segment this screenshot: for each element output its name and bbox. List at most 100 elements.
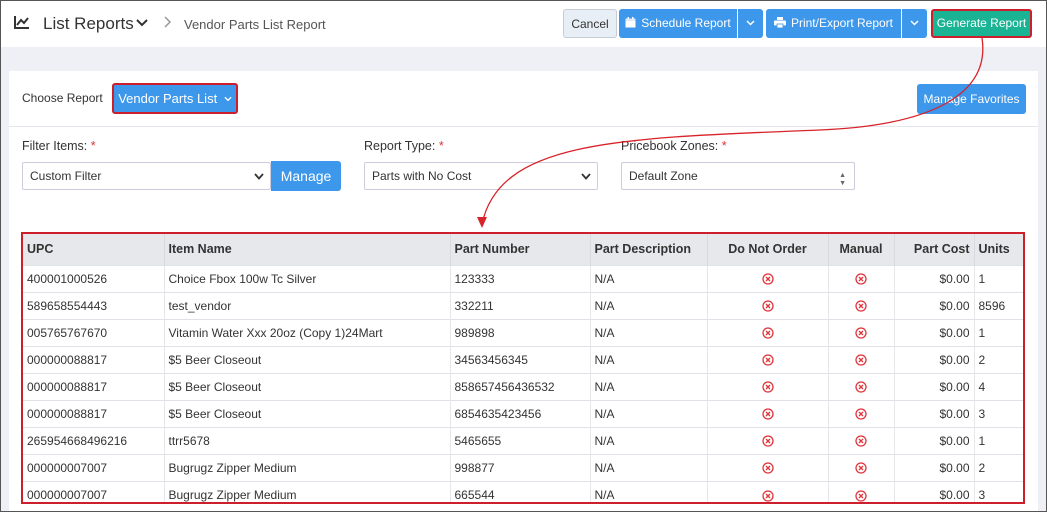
table-row[interactable]: 000000007007 Bugrugz Zipper Medium 998877 N… — [23, 453, 1023, 481]
table-row[interactable]: 000000088817 $5 Beer Closeout 858657456436… — [23, 372, 1023, 400]
report-type-value: Parts with No Cost — [372, 169, 472, 183]
cell-manual — [828, 318, 895, 346]
print-dropdown-toggle[interactable] — [902, 9, 927, 38]
x-circle-icon — [761, 462, 774, 474]
breadcrumb-separator-icon — [164, 16, 172, 28]
schedule-report-button[interactable]: Schedule Report — [619, 9, 737, 38]
cell-part-cost: $0.00 — [894, 318, 975, 346]
chevron-down-icon[interactable] — [136, 18, 148, 28]
column-header-part-number[interactable]: Part Number — [450, 234, 591, 265]
column-header-manual[interactable]: Manual — [828, 234, 895, 265]
cell-part-cost: $0.00 — [894, 345, 975, 373]
cell-item-name: Bugrugz Zipper Medium — [164, 453, 451, 481]
cell-upc: 000000007007 — [23, 480, 165, 502]
cell-manual — [828, 480, 895, 502]
table-row[interactable]: 000000088817 $5 Beer Closeout 34563456345 N… — [23, 345, 1023, 373]
pricebook-zones-label: Pricebook Zones: — [621, 139, 719, 153]
x-circle-icon — [855, 408, 867, 420]
cell-upc: 005765767670 — [23, 318, 165, 346]
filter-items-value: Custom Filter — [30, 169, 102, 183]
calendar-icon — [625, 17, 636, 28]
cell-part-number: 332211 — [450, 291, 591, 319]
cell-part-description: N/A — [590, 399, 708, 427]
cell-upc: 000000088817 — [23, 372, 165, 400]
column-header-part-description[interactable]: Part Description — [590, 234, 708, 265]
cell-part-description: N/A — [590, 426, 708, 454]
generate-report-button[interactable]: Generate Report — [931, 9, 1032, 38]
cell-item-name: $5 Beer Closeout — [164, 372, 451, 400]
print-export-label: Print/Export Report — [790, 16, 894, 30]
cell-upc: 000000088817 — [23, 399, 165, 427]
required-marker: * — [721, 139, 727, 153]
cancel-button[interactable]: Cancel — [563, 9, 617, 38]
cell-units: 1 — [974, 318, 1023, 346]
report-table-container: UPC Item Name Part Number Part Descripti… — [21, 232, 1025, 504]
cell-part-number: 858657456436532 — [450, 372, 591, 400]
column-header-upc[interactable]: UPC — [23, 234, 165, 265]
x-circle-icon — [761, 408, 774, 420]
filter-items-label-group: Filter Items: * — [22, 139, 96, 153]
cell-item-name: ttrr5678 — [164, 426, 451, 454]
cell-do-not-order — [707, 264, 829, 292]
cell-item-name: Bugrugz Zipper Medium — [164, 480, 451, 502]
cell-upc: 400001000526 — [23, 264, 165, 292]
cell-manual — [828, 372, 895, 400]
report-selector-dropdown[interactable]: Vendor Parts List — [112, 83, 238, 114]
cell-part-number: 998877 — [450, 453, 591, 481]
pricebook-zones-value: Default Zone — [629, 169, 698, 183]
chevron-down-icon — [581, 173, 591, 180]
cell-manual — [828, 345, 895, 373]
cell-part-description: N/A — [590, 264, 708, 292]
cell-do-not-order — [707, 399, 829, 427]
column-header-item-name[interactable]: Item Name — [164, 234, 451, 265]
breadcrumb: Vendor Parts List Report — [184, 17, 326, 32]
pricebook-zones-select[interactable]: Default Zone ▲ ▼ — [621, 162, 855, 190]
cell-item-name: $5 Beer Closeout — [164, 399, 451, 427]
manage-favorites-button[interactable]: Manage Favorites — [917, 84, 1026, 114]
chevron-down-icon — [910, 20, 919, 26]
table-row[interactable]: 400001000526 Choice Fbox 100w Tc Silver 12… — [23, 264, 1023, 292]
filter-items-select[interactable]: Custom Filter — [22, 162, 271, 190]
cell-item-name: Choice Fbox 100w Tc Silver — [164, 264, 451, 292]
cell-units: 8596 — [974, 291, 1023, 319]
manage-filter-button[interactable]: Manage — [271, 161, 341, 191]
cell-upc: 000000088817 — [23, 345, 165, 373]
report-type-select[interactable]: Parts with No Cost — [364, 162, 598, 190]
cell-upc: 265954668496216 — [23, 426, 165, 454]
printer-icon — [773, 17, 786, 29]
cell-part-cost: $0.00 — [894, 399, 975, 427]
cell-part-description: N/A — [590, 372, 708, 400]
column-header-do-not-order[interactable]: Do Not Order — [707, 234, 829, 265]
table-row[interactable]: 005765767670 Vitamin Water Xxx 20oz (Copy… — [23, 318, 1023, 346]
table-row[interactable]: 265954668496216 ttrr5678 5465655 N/A $0.00 1 — [23, 426, 1023, 454]
cell-part-cost: $0.00 — [894, 426, 975, 454]
cell-part-cost: $0.00 — [894, 453, 975, 481]
column-header-units[interactable]: Units — [974, 234, 1023, 265]
table-row[interactable]: 000000088817 $5 Beer Closeout 685463542345… — [23, 399, 1023, 427]
column-header-part-cost[interactable]: Part Cost — [894, 234, 975, 265]
cell-part-number: 6854635423456 — [450, 399, 591, 427]
cell-do-not-order — [707, 318, 829, 346]
pricebook-zones-label-group: Pricebook Zones: * — [621, 139, 727, 153]
chevron-down-icon — [254, 173, 264, 180]
cell-upc: 000000007007 — [23, 453, 165, 481]
cell-part-description: N/A — [590, 453, 708, 481]
cell-units: 1 — [974, 426, 1023, 454]
x-circle-icon — [761, 300, 774, 312]
print-export-button[interactable]: Print/Export Report — [766, 9, 901, 38]
report-table: UPC Item Name Part Number Part Descripti… — [23, 234, 1023, 502]
cell-manual — [828, 453, 895, 481]
cell-item-name: Vitamin Water Xxx 20oz (Copy 1)24Mart — [164, 318, 451, 346]
table-row[interactable]: 589658554443 test_vendor 332211 N/A $0.00 859… — [23, 291, 1023, 319]
required-marker: * — [438, 139, 444, 153]
cell-part-number: 989898 — [450, 318, 591, 346]
filter-items-label: Filter Items: — [22, 139, 88, 153]
line-chart-icon — [14, 16, 29, 29]
table-row[interactable]: 000000007007 Bugrugz Zipper Medium 665544 N… — [23, 480, 1023, 502]
cell-do-not-order — [707, 480, 829, 502]
schedule-dropdown-toggle[interactable] — [738, 9, 763, 38]
chevron-down-icon — [746, 20, 755, 26]
selected-report-label: Vendor Parts List — [118, 91, 218, 106]
cell-units: 1 — [974, 264, 1023, 292]
cell-part-cost: $0.00 — [894, 480, 975, 502]
